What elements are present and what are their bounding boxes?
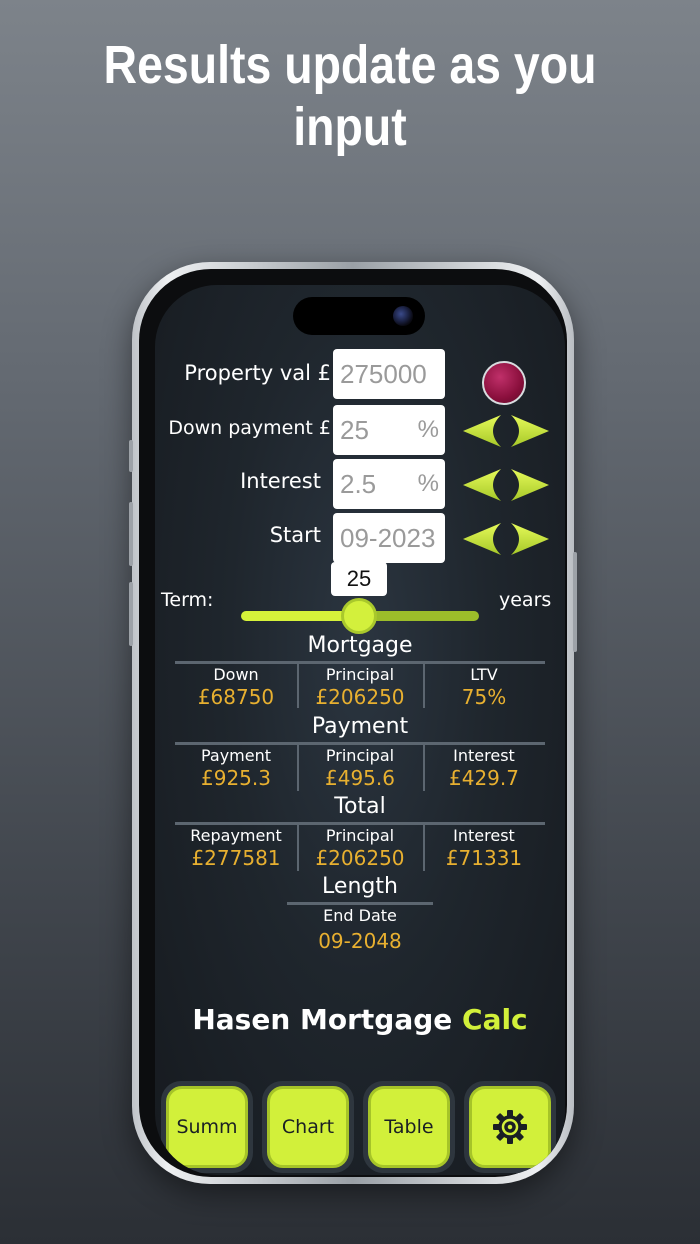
total-principal-cell: Principal £206250: [299, 826, 421, 870]
divider: [175, 822, 545, 825]
cell-value: £68750: [197, 685, 275, 709]
cell-label: Principal: [325, 826, 395, 845]
payment-interest-cell: Interest £429.7: [423, 746, 545, 790]
payment-payment-cell: Payment £925.3: [175, 746, 297, 790]
down-payment-label: Down payment £: [168, 417, 331, 439]
total-title: Total: [334, 794, 386, 819]
down-payment-stepper[interactable]: [461, 407, 551, 455]
volume-down-button: [129, 582, 133, 646]
cell-label: Payment: [200, 746, 272, 765]
cell-label: End Date: [323, 906, 397, 925]
cell-value: £206250: [315, 846, 405, 870]
brand-name: Hasen Mortgage: [192, 1003, 453, 1036]
term-unit: years: [499, 589, 552, 611]
interest-input[interactable]: 2.5 %: [333, 459, 445, 509]
tab-settings[interactable]: [464, 1081, 556, 1173]
tab-table-label: Table: [368, 1086, 450, 1168]
term-slider-thumb[interactable]: [341, 598, 377, 634]
cell-value: £925.3: [201, 766, 271, 790]
stepper-arrows-icon: [463, 523, 549, 555]
length-title: Length: [322, 874, 398, 899]
app-screen: Property val £ 275000 Down payment £ 25 …: [155, 285, 565, 1175]
mortgage-principal-cell: Principal £206250: [299, 665, 421, 709]
cell-label: Principal: [325, 665, 395, 684]
tab-chart[interactable]: Chart: [262, 1081, 354, 1173]
percent-unit: %: [417, 470, 439, 497]
start-label: Start: [269, 523, 321, 547]
tab-chart-label: Chart: [267, 1086, 349, 1168]
tab-table[interactable]: Table: [363, 1081, 455, 1173]
divider: [287, 902, 433, 905]
stepper-arrows-icon: [463, 415, 549, 447]
app-brand: Hasen Mortgage Calc: [155, 1003, 565, 1036]
property-label: Property val £: [184, 361, 331, 385]
camera-icon: [393, 306, 413, 326]
cell-value: 09-2048: [318, 929, 402, 953]
volume-up-button: [129, 502, 133, 566]
divider: [175, 661, 545, 664]
action-button: [129, 440, 133, 472]
phone-frame: Property val £ 275000 Down payment £ 25 …: [129, 262, 577, 1184]
down-payment-input[interactable]: 25 %: [333, 405, 445, 455]
cell-value: £495.6: [325, 766, 395, 790]
interest-stepper[interactable]: [461, 461, 551, 509]
cell-label: Interest: [453, 826, 515, 845]
headline: Results update as you input: [103, 35, 597, 157]
stepper-arrows-icon: [463, 469, 549, 501]
cell-label: LTV: [470, 665, 498, 684]
start-date-input[interactable]: 09-2023: [333, 513, 445, 563]
end-date-cell: End Date 09-2048: [299, 906, 421, 953]
settings-icon-wrap: [469, 1086, 551, 1168]
cell-value: £206250: [315, 685, 405, 709]
mortgage-title: Mortgage: [307, 633, 413, 658]
start-date-stepper[interactable]: [461, 515, 551, 563]
mortgage-ltv-cell: LTV 75%: [423, 665, 545, 709]
down-payment-value: 25: [340, 415, 369, 445]
cell-value: £277581: [191, 846, 281, 870]
cell-label: Repayment: [190, 826, 282, 845]
brand-accent: Calc: [462, 1003, 528, 1036]
reset-button[interactable]: [482, 361, 526, 405]
interest-label: Interest: [240, 469, 321, 493]
cell-label: Down: [213, 665, 259, 684]
power-button: [573, 552, 577, 652]
property-input[interactable]: 275000: [333, 349, 445, 399]
payment-title: Payment: [311, 714, 409, 739]
mortgage-down-cell: Down £68750: [175, 665, 297, 709]
cell-label: Principal: [325, 746, 395, 765]
term-label: Term:: [161, 589, 214, 611]
percent-unit: %: [417, 416, 439, 443]
tab-summary-label: Summ: [166, 1086, 248, 1168]
interest-value: 2.5: [340, 469, 377, 499]
divider: [175, 742, 545, 745]
term-slider-track[interactable]: [359, 611, 479, 621]
payment-principal-cell: Principal £495.6: [299, 746, 421, 790]
cell-value: 75%: [461, 685, 507, 709]
gear-icon: [493, 1110, 527, 1144]
total-repayment-cell: Repayment £277581: [175, 826, 297, 870]
cell-value: £429.7: [449, 766, 519, 790]
total-interest-cell: Interest £71331: [423, 826, 545, 870]
cell-value: £71331: [445, 846, 523, 870]
tab-summary[interactable]: Summ: [161, 1081, 253, 1173]
dynamic-island: [293, 297, 425, 335]
cell-label: Interest: [453, 746, 515, 765]
term-value: 25: [331, 562, 387, 596]
